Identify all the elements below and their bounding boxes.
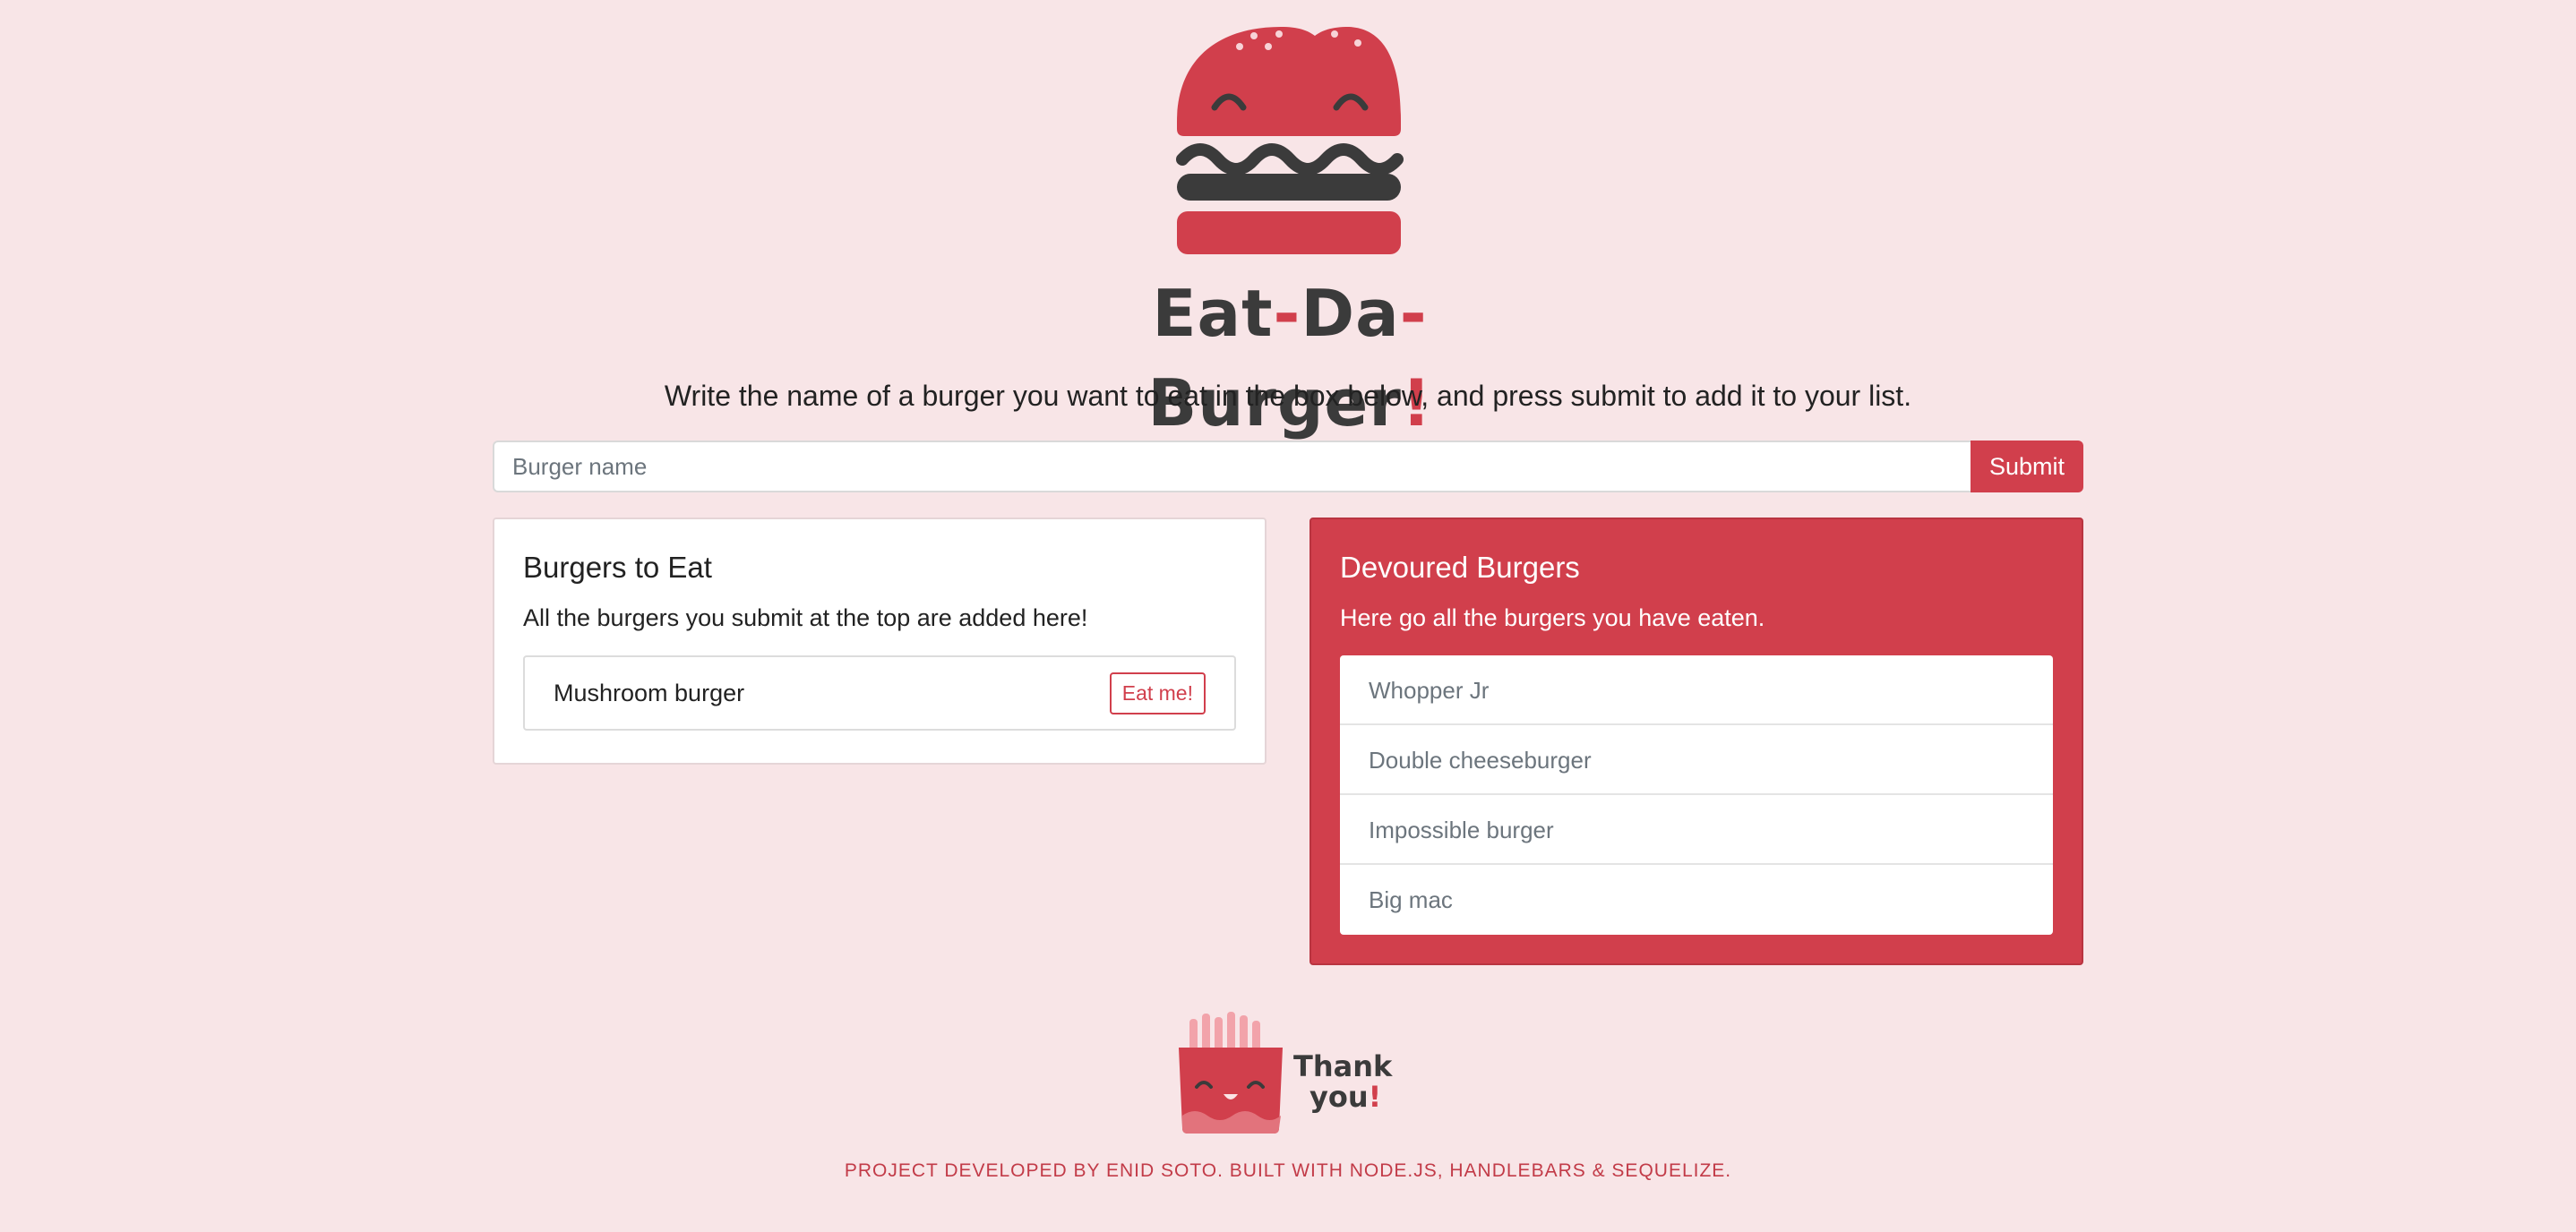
fries-icon: Thank you!: [1173, 1012, 1406, 1137]
list-item: Impossible burger: [1340, 795, 2053, 865]
burgers-to-eat-card: Burgers to Eat All the burgers you submi…: [493, 518, 1267, 765]
brand-part-da: Da: [1301, 276, 1400, 351]
brand-dash: -: [1399, 276, 1428, 351]
brand-part-eat: Eat: [1152, 276, 1274, 351]
burgers-to-eat-description: All the burgers you submit at the top ar…: [523, 604, 1088, 631]
burgers-to-eat-title: Burgers to Eat: [523, 551, 712, 584]
submit-button[interactable]: Submit: [1971, 441, 2083, 492]
thank-you-text: Thank you!: [1293, 1051, 1392, 1112]
eat-me-button[interactable]: Eat me!: [1109, 672, 1206, 714]
brand-title: Eat-Da-Burger!: [1030, 269, 1550, 441]
thank-you-line1: Thank: [1293, 1049, 1393, 1083]
footer-credits: PROJECT DEVELOPED BY ENID SOTO. BUILT WI…: [844, 1160, 1732, 1181]
brand-dash: -: [1273, 276, 1301, 351]
devoured-burgers-title: Devoured Burgers: [1340, 551, 1580, 584]
list-item: Whopper Jr: [1340, 655, 2053, 725]
devoured-burgers-card: Devoured Burgers Here go all the burgers…: [1309, 518, 2083, 965]
list-item: Big mac: [1369, 886, 1453, 913]
burger-logo-icon: [1164, 23, 1415, 261]
thank-you-line2: you: [1309, 1080, 1369, 1114]
burger-name-input[interactable]: [493, 441, 1971, 492]
devoured-list: Whopper Jr Double cheeseburger Impossibl…: [1340, 655, 2053, 935]
list-item: Mushroom burger Eat me!: [523, 655, 1236, 731]
burger-form: Submit: [493, 441, 2083, 492]
intro-text: Write the name of a burger you want to e…: [664, 380, 1912, 412]
burger-name: Mushroom burger: [554, 679, 745, 706]
devoured-burgers-description: Here go all the burgers you have eaten.: [1340, 604, 1765, 631]
thank-you-bang: !: [1368, 1080, 1382, 1114]
list-item: Double cheeseburger: [1340, 725, 2053, 795]
